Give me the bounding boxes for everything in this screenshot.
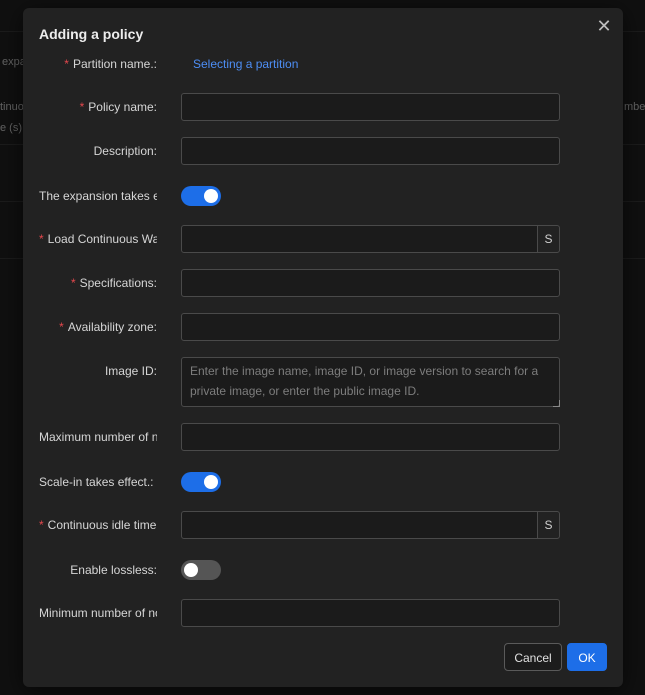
availability-zone-label: * Availability zone: [39,313,157,341]
lossless-label: Enable lossless: [70,563,157,577]
description-label: Description: [93,144,157,158]
required-mark: * [70,276,76,290]
description-row: Description: [23,137,623,165]
image-id-row: Image ID: Enter the image name, image ID… [23,357,623,407]
close-icon[interactable]: ✕ [594,16,614,36]
description-input[interactable] [181,137,560,165]
specifications-row: * Specifications: [23,269,623,297]
load-continuous-label: *Load Continuous Waiting Time [39,225,157,253]
expansion-label: The expansion takes effect [39,189,157,203]
max-nodes-input[interactable] [181,423,560,451]
lossless-toggle[interactable] [181,560,221,580]
scale-in-label: Scale-in takes effect.: [39,475,154,489]
image-id-label: Image ID: [104,364,157,378]
seconds-suffix: S [537,225,560,253]
load-continuous-label-text: Load Continuous Waiting Time [47,232,157,246]
idle-time-row: * Continuous idle time S [23,511,623,539]
max-nodes-label: Maximum number of nodes [39,430,157,444]
partition-label-text: Partition name.: [72,57,157,71]
ok-button[interactable]: OK [567,643,607,671]
required-mark: * [39,232,44,246]
availability-zone-label-text: Availability zone: [67,320,157,334]
expansion-row: The expansion takes effect [23,182,623,210]
policy-name-label: * Policy name: [39,93,157,121]
idle-time-label-text: Continuous idle time [47,518,157,532]
max-nodes-row: Maximum number of nodes [23,423,623,451]
load-continuous-row: *Load Continuous Waiting Time S [23,225,623,253]
cancel-button[interactable]: Cancel [504,643,562,671]
specifications-label: * Specifications: [39,269,157,297]
scale-in-toggle[interactable] [181,472,221,492]
idle-time-input[interactable] [181,511,539,539]
policy-name-row: * Policy name: [23,93,623,121]
dialog-title: Adding a policy [39,26,144,42]
toggle-knob [184,563,198,577]
required-mark: * [39,518,44,532]
availability-zone-row: * Availability zone: [23,313,623,341]
toggle-knob [204,475,218,489]
add-policy-dialog: Adding a policy ✕ * Partition name.: Sele… [23,8,623,687]
policy-name-input[interactable] [181,93,560,121]
policy-name-label-text: Policy name: [88,100,157,114]
partition-label: * Partition name.: [39,50,157,78]
image-id-textarea[interactable]: Enter the image name, image ID, or image… [181,357,560,407]
select-partition-link[interactable]: Selecting a partition [193,50,298,78]
toggle-knob [204,189,218,203]
min-nodes-row: Minimum number of nodes [23,599,623,627]
availability-zone-input[interactable] [181,313,560,341]
seconds-suffix: S [537,511,560,539]
load-continuous-input[interactable] [181,225,539,253]
min-nodes-input[interactable] [181,599,560,627]
resize-handle-icon[interactable] [553,400,560,407]
required-mark: * [59,320,64,334]
partition-row: * Partition name.: Selecting a partition [23,50,623,78]
min-nodes-label: Minimum number of nodes [39,606,157,620]
scale-in-row: Scale-in takes effect.: [23,468,623,496]
expansion-toggle[interactable] [181,186,221,206]
required-mark: * [79,100,85,114]
lossless-row: Enable lossless: [23,556,623,584]
required-mark: * [64,57,69,71]
idle-time-label: * Continuous idle time [39,511,157,539]
specifications-label-text: Specifications: [79,276,157,290]
specifications-input[interactable] [181,269,560,297]
